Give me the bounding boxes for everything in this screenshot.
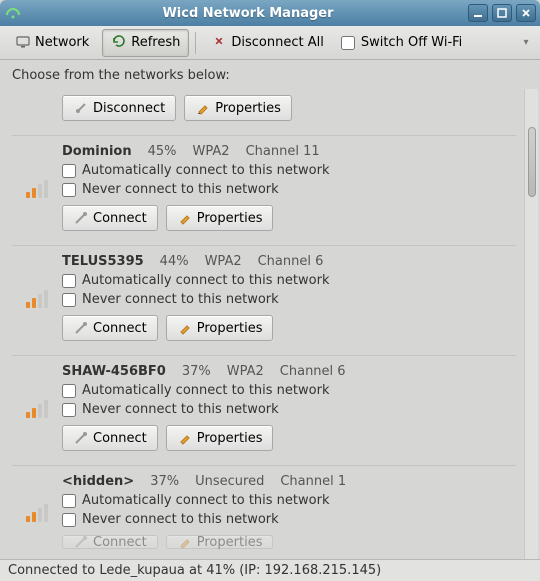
switch-off-wifi-checkbox[interactable]: Switch Off Wi-Fi — [337, 35, 466, 50]
network-name: Dominion — [62, 144, 132, 159]
properties-button[interactable]: Properties — [166, 205, 274, 231]
properties-icon — [177, 430, 193, 446]
network-strength: 37% — [182, 364, 211, 379]
connect-icon — [73, 430, 89, 446]
current-connection-entry: Disconnect Properties — [12, 89, 516, 136]
network-name: SHAW-456BF0 — [62, 364, 166, 379]
auto-connect-label: Automatically connect to this network — [82, 493, 329, 508]
network-entry: TELUS5395 44% WPA2 Channel 6 Automatical… — [12, 246, 516, 356]
never-connect-label: Never connect to this network — [82, 292, 279, 307]
properties-label: Properties — [197, 431, 263, 446]
network-channel: Channel 6 — [280, 364, 346, 379]
disconnect-label: Disconnect — [93, 101, 165, 116]
connect-label: Connect — [93, 321, 147, 336]
never-connect-label: Never connect to this network — [82, 512, 279, 527]
properties-icon — [195, 100, 211, 116]
switch-off-wifi-input[interactable] — [341, 36, 355, 50]
auto-connect-checkbox[interactable]: Automatically connect to this network — [62, 163, 516, 178]
never-connect-label: Never connect to this network — [82, 402, 279, 417]
network-entry: SHAW-456BF0 37% WPA2 Channel 6 Automatic… — [12, 356, 516, 466]
network-list: Disconnect Properties Dominion 45% WP — [12, 89, 524, 559]
connect-icon — [73, 210, 89, 226]
minimize-button[interactable] — [468, 4, 488, 22]
window-title: Wicd Network Manager — [28, 6, 468, 21]
connect-button[interactable]: Connect — [62, 205, 158, 231]
app-icon — [4, 4, 22, 22]
disconnect-all-label: Disconnect All — [231, 35, 323, 50]
disconnect-all-button[interactable]: Disconnect All — [202, 29, 332, 57]
properties-button[interactable]: Properties — [166, 535, 274, 549]
properties-button[interactable]: Properties — [184, 95, 292, 121]
signal-strength-icon — [12, 364, 62, 451]
maximize-button[interactable] — [492, 4, 512, 22]
properties-label: Properties — [215, 101, 281, 116]
titlebar: Wicd Network Manager — [0, 0, 540, 26]
network-channel: Channel 1 — [280, 474, 346, 489]
never-connect-label: Never connect to this network — [82, 182, 279, 197]
switch-off-wifi-label: Switch Off Wi-Fi — [361, 35, 462, 50]
disconnect-button[interactable]: Disconnect — [62, 95, 176, 121]
signal-strength-icon — [12, 254, 62, 341]
connect-button[interactable]: Connect — [62, 425, 158, 451]
properties-button[interactable]: Properties — [166, 425, 274, 451]
connect-icon — [73, 320, 89, 336]
auto-connect-checkbox[interactable]: Automatically connect to this network — [62, 273, 516, 288]
refresh-label: Refresh — [131, 35, 180, 50]
status-text: Connected to Lede_kupaua at 41% (IP: 192… — [8, 563, 381, 578]
signal-strength-icon — [12, 474, 62, 549]
toolbar-menu-button[interactable]: ▾ — [518, 37, 534, 48]
refresh-icon — [111, 33, 127, 53]
never-connect-checkbox[interactable]: Never connect to this network — [62, 292, 516, 307]
network-channel: Channel 11 — [246, 144, 320, 159]
network-strength: 45% — [148, 144, 177, 159]
network-security: WPA2 — [193, 144, 230, 159]
connect-label: Connect — [93, 431, 147, 446]
properties-label: Properties — [197, 321, 263, 336]
auto-connect-label: Automatically connect to this network — [82, 383, 329, 398]
properties-label: Properties — [197, 535, 263, 549]
content: Choose from the networks below: Disconne… — [0, 60, 540, 559]
scrollbar[interactable] — [524, 89, 538, 559]
close-button[interactable] — [516, 4, 536, 22]
disconnect-icon — [73, 100, 89, 116]
network-strength: 37% — [150, 474, 179, 489]
network-name: TELUS5395 — [62, 254, 144, 269]
auto-connect-checkbox[interactable]: Automatically connect to this network — [62, 493, 516, 508]
network-security: Unsecured — [195, 474, 264, 489]
connect-label: Connect — [93, 211, 147, 226]
connect-button[interactable]: Connect — [62, 535, 158, 549]
signal-strength-icon — [12, 144, 62, 231]
properties-icon — [177, 210, 193, 226]
refresh-button[interactable]: Refresh — [102, 29, 189, 57]
disconnect-icon — [211, 33, 227, 53]
network-entry: <hidden> 37% Unsecured Channel 1 Automat… — [12, 466, 516, 559]
network-security: WPA2 — [205, 254, 242, 269]
network-entry: Dominion 45% WPA2 Channel 11 Automatical… — [12, 136, 516, 246]
network-icon — [15, 33, 31, 53]
network-channel: Channel 6 — [258, 254, 324, 269]
properties-icon — [177, 535, 193, 549]
never-connect-checkbox[interactable]: Never connect to this network — [62, 512, 516, 527]
properties-button[interactable]: Properties — [166, 315, 274, 341]
network-name: <hidden> — [62, 474, 134, 489]
network-label: Network — [35, 35, 89, 50]
auto-connect-label: Automatically connect to this network — [82, 273, 329, 288]
auto-connect-checkbox[interactable]: Automatically connect to this network — [62, 383, 516, 398]
properties-icon — [177, 320, 193, 336]
network-strength: 44% — [160, 254, 189, 269]
status-bar: Connected to Lede_kupaua at 41% (IP: 192… — [0, 559, 540, 581]
scroll-thumb[interactable] — [528, 127, 536, 197]
toolbar: Network Refresh Disconnect All Switch Of… — [0, 26, 540, 60]
network-button[interactable]: Network — [6, 29, 98, 57]
network-security: WPA2 — [227, 364, 264, 379]
auto-connect-label: Automatically connect to this network — [82, 163, 329, 178]
connect-button[interactable]: Connect — [62, 315, 158, 341]
prompt-text: Choose from the networks below: — [12, 68, 540, 83]
connect-label: Connect — [93, 535, 147, 549]
separator — [195, 32, 196, 54]
connect-icon — [73, 535, 89, 549]
never-connect-checkbox[interactable]: Never connect to this network — [62, 182, 516, 197]
properties-label: Properties — [197, 211, 263, 226]
never-connect-checkbox[interactable]: Never connect to this network — [62, 402, 516, 417]
